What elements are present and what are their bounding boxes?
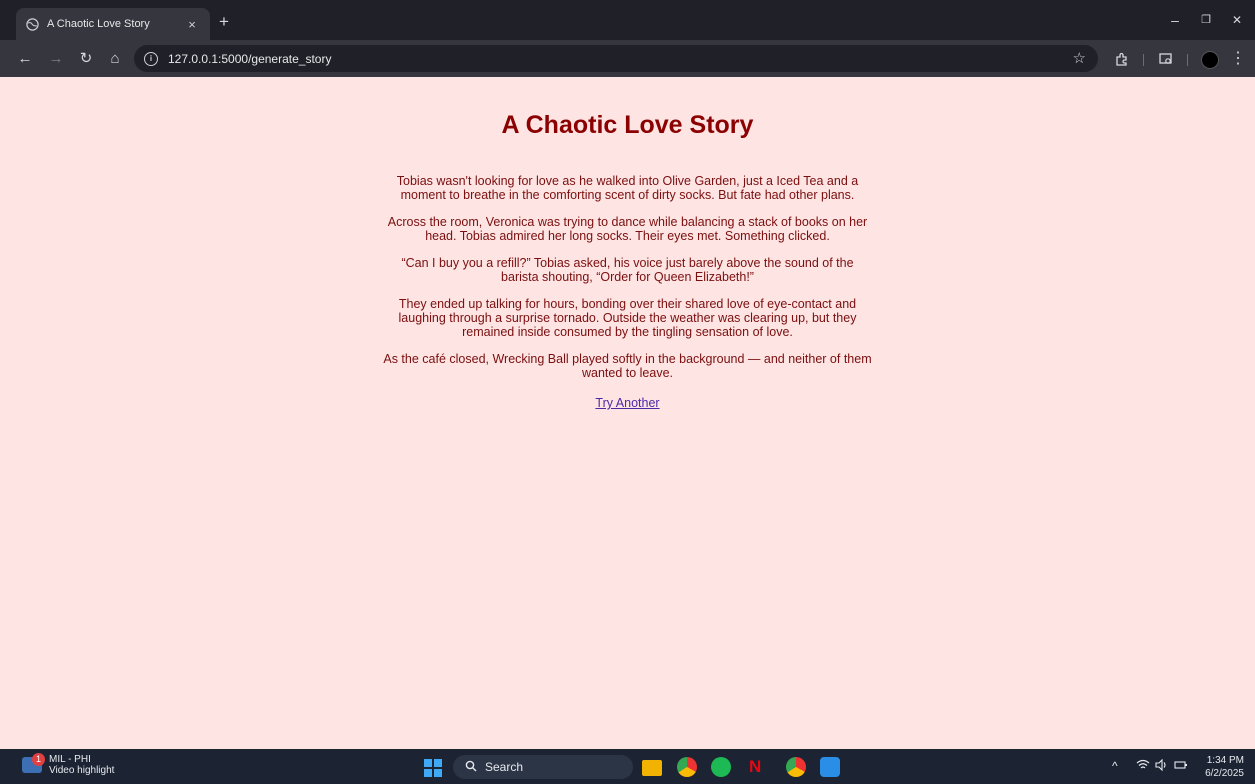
story-paragraph: “Can I buy you a refill?” Tobias asked, … (401, 256, 854, 284)
reload-button[interactable]: ↻ (75, 48, 97, 70)
home-button[interactable]: ⌂ (104, 48, 126, 70)
volume-icon[interactable] (1155, 758, 1169, 774)
forward-button[interactable]: → (45, 48, 67, 70)
story-body: Tobias wasn't looking for love as he wal… (383, 174, 873, 380)
story-paragraph: As the café closed, Wrecking Ball played… (383, 352, 872, 380)
notification-badge: 1 (32, 753, 45, 766)
taskbar-search[interactable]: Search (453, 755, 633, 779)
taskbar: 1 MIL - PHI Video highlight Search N ^ 1… (0, 749, 1255, 784)
battery-icon[interactable] (1174, 759, 1188, 774)
news-widget[interactable]: 1 MIL - PHI Video highlight (22, 753, 115, 776)
wifi-icon[interactable] (1136, 759, 1150, 774)
minimize-button[interactable]: – (1164, 10, 1186, 30)
widget-subtitle: Video highlight (49, 765, 115, 776)
chrome-profile-icon[interactable] (786, 757, 806, 777)
browser-tab[interactable]: A Chaotic Love Story × (16, 8, 210, 40)
page-content: A Chaotic Love Story Tobias wasn't looki… (0, 77, 1255, 749)
clock-date: 6/2/2025 (1205, 768, 1244, 779)
story-paragraph: Tobias wasn't looking for love as he wal… (396, 174, 859, 202)
tray-chevron-icon[interactable]: ^ (1112, 759, 1118, 773)
toolbar-divider (1187, 54, 1188, 66)
bookmark-star-icon[interactable]: ☆ (1073, 49, 1086, 67)
new-tab-button[interactable]: + (214, 12, 234, 32)
tab-strip: A Chaotic Love Story × + – ❐ ✕ (0, 0, 1255, 40)
system-clock[interactable]: 1:34 PM 6/2/2025 (1198, 754, 1244, 780)
url-text[interactable]: 127.0.0.1:5000/generate_story (168, 52, 331, 66)
profile-avatar[interactable] (1201, 51, 1219, 69)
globe-icon (26, 17, 39, 31)
site-info-icon[interactable]: i (144, 51, 158, 66)
tab-search-icon[interactable] (1155, 48, 1177, 70)
spotify-icon[interactable] (711, 757, 731, 777)
browser-toolbar: ← → ↻ ⌂ i 127.0.0.1:5000/generate_story … (0, 40, 1255, 77)
story-paragraph: Across the room, Veronica was trying to … (387, 215, 868, 243)
search-label: Search (485, 760, 524, 774)
windows-start-icon[interactable] (424, 759, 442, 777)
try-another-link[interactable]: Try Another (595, 396, 659, 410)
close-window-button[interactable]: ✕ (1226, 10, 1248, 30)
browser-menu-icon[interactable]: ⋮ (1227, 48, 1249, 70)
netflix-icon[interactable]: N (749, 757, 761, 777)
toolbar-divider (1143, 54, 1144, 66)
tab-close-icon[interactable]: × (184, 17, 200, 32)
page-title: A Chaotic Love Story (501, 111, 754, 139)
search-icon (465, 760, 477, 775)
story-paragraph: They ended up talking for hours, bonding… (398, 297, 857, 339)
vscode-icon[interactable] (820, 757, 840, 777)
address-bar[interactable]: i 127.0.0.1:5000/generate_story ☆ (134, 45, 1098, 72)
chrome-icon[interactable] (677, 757, 697, 777)
restore-button[interactable]: ❐ (1195, 10, 1217, 30)
file-explorer-icon[interactable] (642, 760, 662, 776)
extensions-icon[interactable] (1111, 48, 1133, 70)
widget-icon: 1 (22, 753, 45, 773)
tab-title: A Chaotic Love Story (47, 18, 150, 30)
clock-time: 1:34 PM (1206, 755, 1244, 766)
back-button[interactable]: ← (14, 48, 36, 70)
widget-title: MIL - PHI (49, 754, 91, 765)
